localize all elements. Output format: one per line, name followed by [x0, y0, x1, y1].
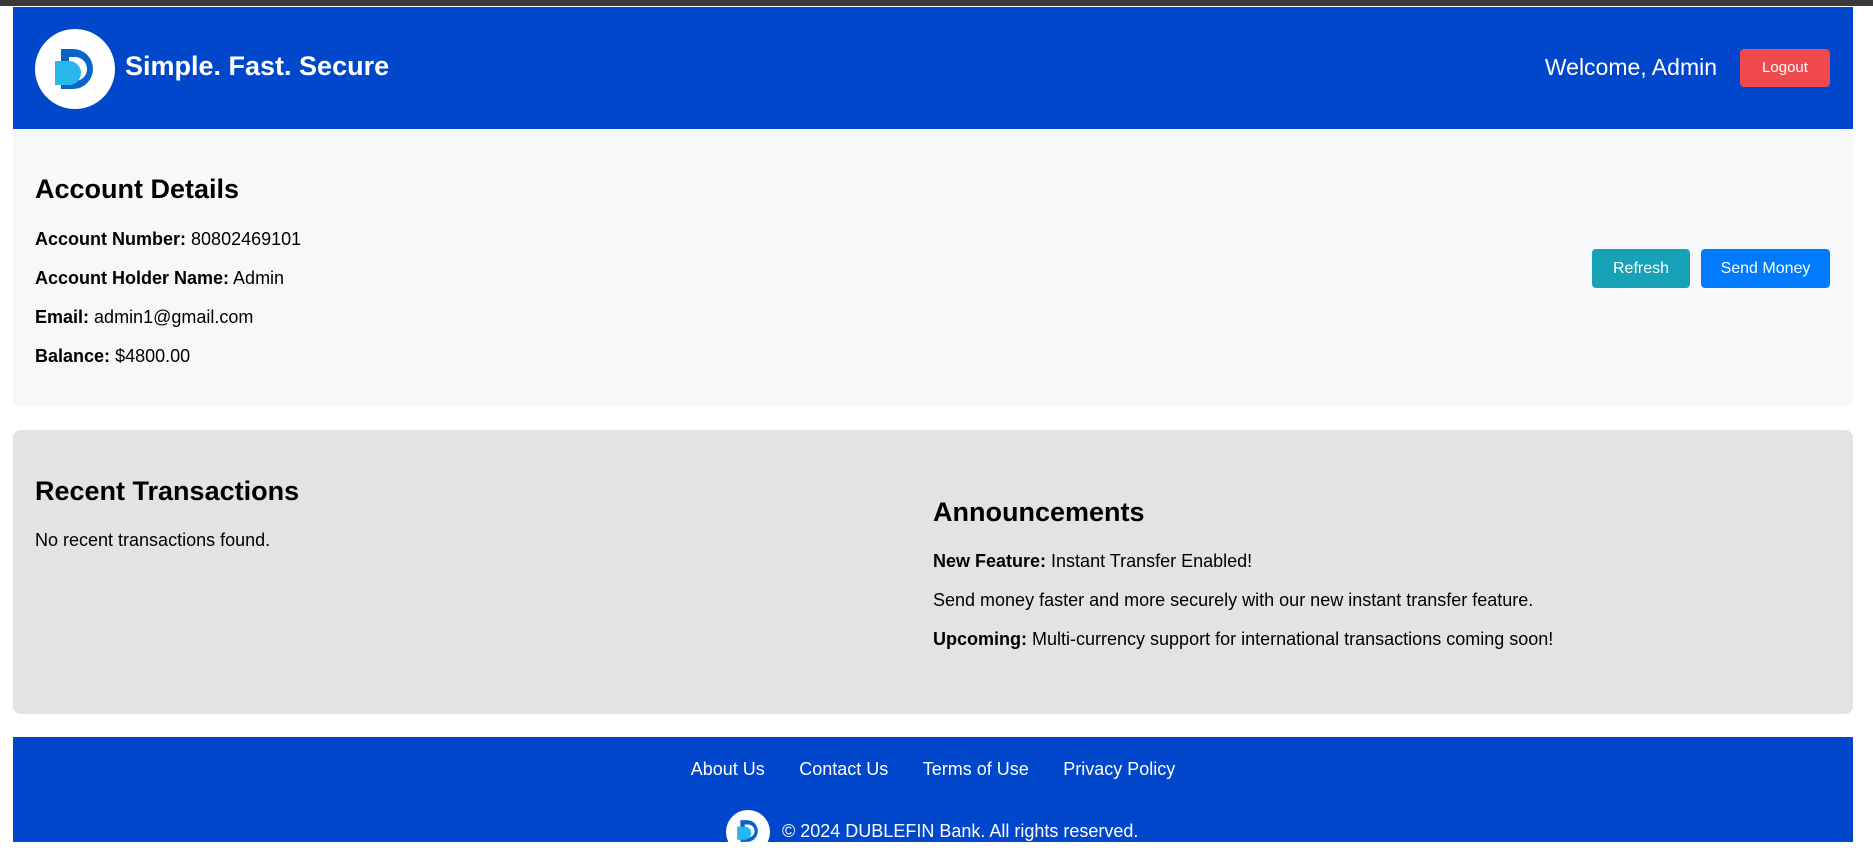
announcement-label: New Feature: [933, 551, 1047, 571]
balance-label: Balance: [35, 346, 111, 366]
header: Simple. Fast. Secure Welcome, Admin Logo… [13, 7, 1853, 129]
brand-tagline: Simple. Fast. Secure [125, 51, 390, 81]
account-number-label: Account Number: [35, 229, 187, 249]
email-value: admin1@gmail.com [94, 307, 254, 327]
balance-row: Balance: $4800.00 [35, 346, 190, 367]
announcement-description: Send money faster and more securely with… [933, 590, 1534, 610]
announcement-label: Upcoming: [933, 629, 1027, 649]
announcement-text: Instant Transfer Enabled! [1051, 551, 1253, 571]
recent-transactions-title: Recent Transactions [35, 476, 300, 506]
logo-d-icon [55, 49, 93, 89]
announcement-item: New Feature: Instant Transfer Enabled! [933, 551, 1252, 572]
account-details-panel: Account Details Account Number: 80802469… [13, 129, 1853, 407]
privacy-policy-link[interactable]: Privacy Policy [1063, 759, 1175, 779]
account-holder-value: Admin [233, 268, 285, 288]
account-holder-row: Account Holder Name: Admin [35, 268, 284, 289]
account-details-title: Account Details [35, 174, 240, 204]
copyright-text: © 2024 DUBLEFIN Bank. All rights reserve… [782, 821, 1139, 841]
footer-nav: About Us Contact Us Terms of Use Privacy… [13, 759, 1853, 780]
account-number-value: 80802469101 [191, 229, 302, 249]
window-top-border [0, 0, 1873, 6]
announcements-title: Announcements [933, 497, 1145, 527]
contact-us-link[interactable]: Contact Us [799, 759, 888, 779]
footer-logo [726, 810, 770, 854]
account-holder-label: Account Holder Name: [35, 268, 230, 288]
announcement-text: Multi-currency support for international… [1032, 629, 1554, 649]
balance-value: $4800.00 [115, 346, 191, 366]
info-panel: Recent Transactions No recent transactio… [13, 430, 1853, 714]
email-row: Email: admin1@gmail.com [35, 307, 253, 328]
logo-d-icon [737, 820, 758, 842]
terms-of-use-link[interactable]: Terms of Use [923, 759, 1029, 779]
welcome-message: Welcome, Admin [1544, 54, 1717, 80]
announcement-item: Upcoming: Multi-currency support for int… [933, 629, 1553, 650]
logout-button[interactable]: Logout [1740, 49, 1830, 87]
bank-logo[interactable] [35, 29, 115, 109]
account-number-row: Account Number: 80802469101 [35, 229, 301, 250]
send-money-button[interactable]: Send Money [1701, 249, 1830, 288]
email-label: Email: [35, 307, 90, 327]
footer: About Us Contact Us Terms of Use Privacy… [13, 737, 1853, 854]
refresh-button[interactable]: Refresh [1592, 249, 1690, 288]
about-us-link[interactable]: About Us [691, 759, 765, 779]
no-transactions-text: No recent transactions found. [35, 530, 271, 550]
